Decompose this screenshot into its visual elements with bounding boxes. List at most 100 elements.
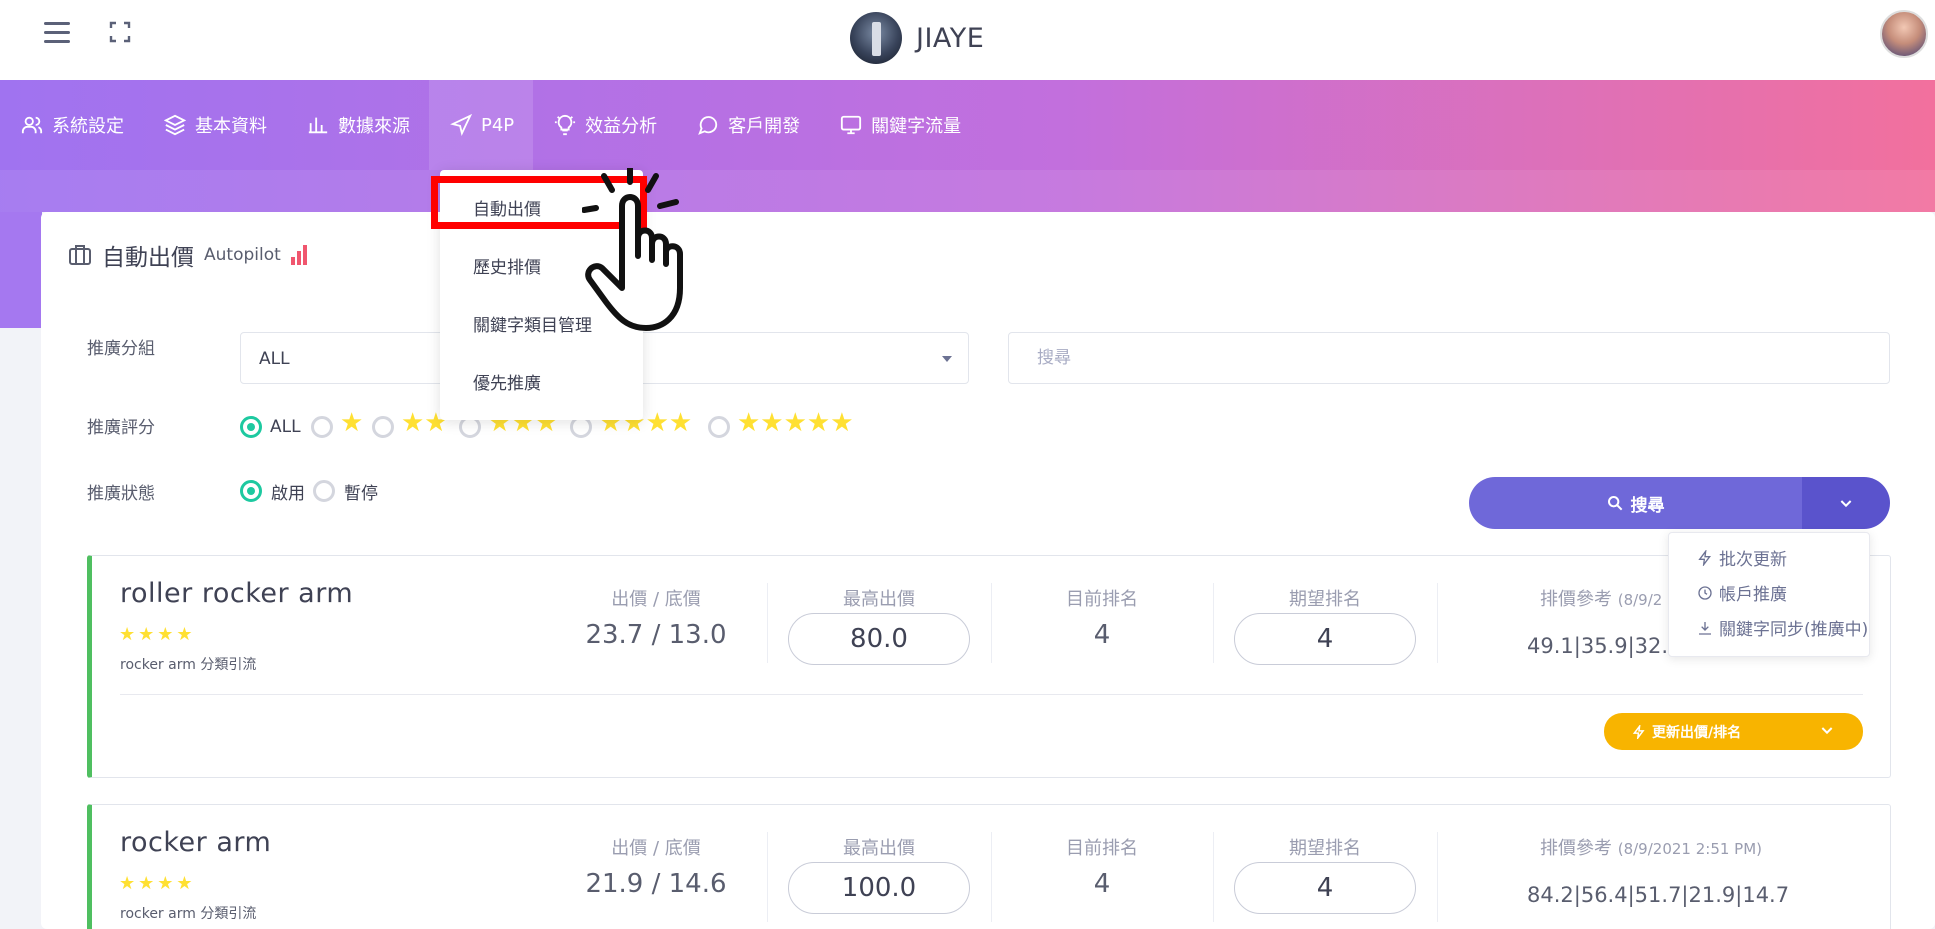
keyword-name[interactable]: roller rocker arm	[120, 578, 353, 609]
bar-chart-icon	[308, 117, 328, 134]
rank-ref-label: 排價參考	[1540, 589, 1612, 610]
target-rank-header: 期望排名	[1289, 838, 1361, 859]
update-bid-rank-button[interactable]: 更新出價/排名	[1604, 713, 1863, 750]
max-bid-header: 最高出價	[843, 838, 915, 859]
nav-item-customer-development[interactable]: 客戶開發	[676, 80, 819, 170]
max-bid-header: 最高出價	[843, 589, 915, 610]
current-rank-value: 4	[1093, 869, 1111, 899]
rank-ref-date: (8/9/2021 2:51 PM)	[1617, 840, 1763, 858]
monitor-icon	[841, 115, 862, 135]
rating-radio-2[interactable]	[372, 416, 394, 438]
hamburger-icon[interactable]	[44, 22, 70, 44]
lightbulb-icon	[555, 114, 576, 136]
account-promotion-label: 帳戶推廣	[1719, 585, 1787, 605]
status-paused-label: 暫停	[344, 484, 378, 504]
group-select-value: ALL	[259, 349, 290, 369]
status-radio-enabled[interactable]	[240, 480, 262, 502]
status-radio-paused[interactable]	[313, 480, 335, 502]
nav-label: 數據來源	[338, 116, 410, 137]
brand-name: JIAYE	[916, 22, 985, 54]
row-divider	[120, 694, 1863, 695]
lightning-icon	[1698, 549, 1711, 566]
max-bid-input[interactable]: 80.0	[788, 613, 970, 665]
layers-icon	[164, 114, 186, 136]
status-label: 推廣狀態	[87, 484, 155, 504]
rank-ref-date: (8/9/2	[1617, 591, 1663, 609]
nav-label: 客戶開發	[728, 116, 801, 137]
nav-label: 效益分析	[585, 116, 658, 137]
rating-stars-5: ★★★★★	[737, 408, 854, 438]
user-avatar[interactable]	[1880, 10, 1928, 58]
divider	[767, 583, 768, 663]
divider	[991, 832, 992, 922]
search-button-label: 搜尋	[1630, 495, 1665, 516]
rating-radio-5[interactable]	[708, 416, 730, 438]
clock-icon	[1698, 585, 1712, 600]
page-subtitle: Autopilot	[204, 245, 281, 265]
bid-floor-header: 出價 / 底價	[611, 589, 701, 610]
users-icon	[21, 116, 43, 134]
keyword-stars: ★★★★	[119, 624, 196, 645]
keyword-category: rocker arm 分類引流	[120, 657, 257, 673]
keyword-sync-item[interactable]: 關鍵字同步(推廣中)	[1697, 615, 1868, 640]
rank-ref-header: 排價參考 (8/9/2021 2:51 PM)	[1540, 834, 1762, 860]
divider	[1437, 832, 1438, 922]
nav-item-p4p[interactable]: P4P	[429, 80, 534, 170]
keyword-stars: ★★★★	[119, 873, 196, 894]
fullscreen-icon[interactable]	[108, 20, 132, 44]
rank-ref-label: 排價參考	[1540, 838, 1612, 859]
rating-all-label: ALL	[270, 417, 301, 437]
main-nav: 系統設定 基本資料 數據來源 P4P 效益分析 客戶開發 關鍵字流量	[0, 80, 980, 170]
menu-item-bid-history[interactable]: 歷史排價	[473, 253, 541, 278]
search-dropdown-toggle[interactable]	[1802, 477, 1890, 529]
search-icon	[1607, 496, 1622, 511]
chevron-down-icon	[1840, 500, 1852, 508]
nav-label: 基本資料	[195, 116, 267, 137]
caret-down-icon	[942, 356, 952, 362]
brand[interactable]: JIAYE	[850, 10, 984, 66]
max-bid-input[interactable]: 100.0	[788, 862, 970, 914]
batch-update-label: 批次更新	[1719, 550, 1787, 570]
chart-icon	[290, 245, 307, 265]
rating-radio-1[interactable]	[311, 416, 333, 438]
nav-label: P4P	[481, 114, 515, 136]
chevron-down-icon[interactable]	[1819, 722, 1835, 738]
download-icon	[1699, 621, 1711, 635]
bid-floor-value: 23.7 / 13.0	[585, 620, 727, 650]
keyword-category: rocker arm 分類引流	[120, 906, 257, 922]
batch-update-item[interactable]: 批次更新	[1697, 545, 1787, 570]
divider	[1213, 583, 1214, 663]
card-title: 自動出價 Autopilot	[68, 238, 307, 272]
search-input[interactable]	[1008, 332, 1890, 384]
nav-item-keyword-traffic[interactable]: 關鍵字流量	[819, 80, 980, 170]
keyword-row	[87, 804, 1891, 929]
current-rank-header: 目前排名	[1066, 589, 1138, 610]
divider	[1213, 832, 1214, 922]
rank-ref-values: 49.1|35.9|32.	[1527, 634, 1669, 658]
rating-label: 推廣評分	[87, 418, 155, 438]
nav-item-benefit-analysis[interactable]: 效益分析	[533, 80, 676, 170]
account-promotion-item[interactable]: 帳戶推廣	[1697, 580, 1787, 605]
target-rank-input[interactable]: 4	[1234, 862, 1416, 914]
current-rank-header: 目前排名	[1066, 838, 1138, 859]
navigation-icon	[450, 114, 472, 136]
briefcase-icon	[69, 245, 91, 265]
brand-logo	[850, 12, 902, 64]
keyword-name[interactable]: rocker arm	[120, 827, 271, 858]
divider	[767, 832, 768, 922]
nav-item-basic-data[interactable]: 基本資料	[143, 80, 286, 170]
bid-floor-value: 21.9 / 14.6	[585, 869, 727, 899]
group-label: 推廣分組	[87, 339, 155, 359]
nav-item-data-source[interactable]: 數據來源	[286, 80, 429, 170]
target-rank-input[interactable]: 4	[1234, 613, 1416, 665]
search-button[interactable]: 搜尋	[1469, 477, 1802, 529]
rank-ref-values: 84.2|56.4|51.7|21.9|14.7	[1527, 883, 1790, 907]
rating-radio-all[interactable]	[240, 416, 262, 438]
pointing-hand-icon	[582, 168, 683, 331]
menu-item-priority-promotion[interactable]: 優先推廣	[473, 369, 541, 394]
nav-band-lower	[0, 170, 1935, 212]
page-title: 自動出價	[102, 245, 194, 271]
nav-item-system-settings[interactable]: 系統設定	[0, 80, 143, 170]
rank-ref-header: 排價參考 (8/9/2	[1540, 585, 1662, 611]
menu-item-keyword-category-management[interactable]: 關鍵字類目管理	[473, 311, 592, 336]
